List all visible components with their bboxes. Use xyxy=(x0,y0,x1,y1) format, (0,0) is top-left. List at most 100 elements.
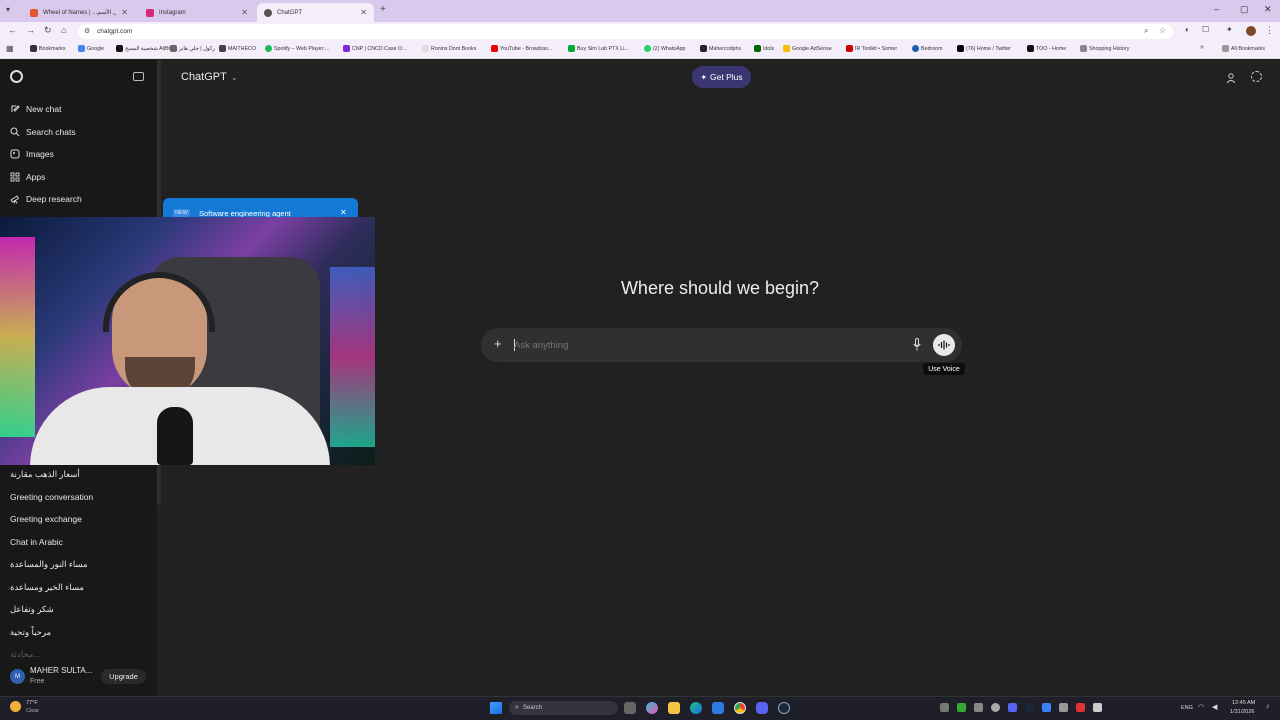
bookmark-item[interactable]: Google xyxy=(78,45,104,52)
bookmark-item[interactable]: شخصية المسح AliBb xyxy=(116,45,172,52)
edge-icon[interactable] xyxy=(690,702,702,714)
bookmark-item[interactable]: IR Toolkit • Somer xyxy=(846,45,897,52)
close-tab-icon[interactable]: ✕ xyxy=(121,8,128,17)
steam-icon[interactable] xyxy=(778,702,790,714)
sidebar-item-images[interactable]: Images xyxy=(10,149,54,159)
back-icon[interactable]: ← xyxy=(8,25,17,35)
forward-icon[interactable]: → xyxy=(26,25,35,35)
chat-history-item[interactable]: محادثة... xyxy=(10,649,40,657)
chrome-icon[interactable] xyxy=(734,702,746,714)
reload-icon[interactable]: ↻ xyxy=(44,25,52,36)
get-plus-button[interactable]: ✦ Get Plus xyxy=(692,66,751,88)
bookmark-item[interactable]: Bookmarks xyxy=(30,45,66,52)
site-info-icon[interactable]: ⚙ xyxy=(84,27,90,35)
notification-bell-icon[interactable]: ♪ xyxy=(1266,703,1270,710)
chat-history-item[interactable]: Chat in Arabic xyxy=(10,537,63,547)
all-bookmarks[interactable]: All Bookmarks xyxy=(1222,45,1265,52)
close-window-icon[interactable]: ✕ xyxy=(1264,4,1272,15)
tray-icon[interactable] xyxy=(957,703,966,712)
sidebar-item-new-chat[interactable]: New chat xyxy=(10,104,61,114)
model-selector[interactable]: ChatGPT ⌄ xyxy=(181,71,238,83)
close-promo-icon[interactable]: ✕ xyxy=(340,208,347,217)
chat-history-item[interactable]: Greeting conversation xyxy=(10,492,93,502)
tray-icon[interactable] xyxy=(1059,703,1068,712)
discord-icon[interactable] xyxy=(756,702,768,714)
sidebar-item-deep-research[interactable]: Deep research xyxy=(10,194,82,204)
voice-mode-button[interactable] xyxy=(933,334,955,356)
bookmarks-overflow-icon[interactable]: » xyxy=(1200,44,1204,51)
tab-instagram[interactable]: Instagram ✕ xyxy=(139,3,255,22)
volume-icon[interactable]: ◀ xyxy=(1212,703,1217,711)
bookmark-item[interactable]: Spotify – Web Player:... xyxy=(265,45,329,52)
tab-wheel-of-names[interactable]: Wheel of Names | ...نسل الأسم ✕ xyxy=(23,3,135,22)
clock-date[interactable]: 1/31/2026 xyxy=(1230,709,1254,715)
bookmark-item[interactable]: Google AdSense xyxy=(783,45,832,52)
task-view-icon[interactable] xyxy=(624,702,636,714)
home-icon[interactable]: ⌂ xyxy=(61,25,66,35)
tray-icon[interactable] xyxy=(974,703,983,712)
windows-start-icon[interactable] xyxy=(490,702,502,714)
chat-history-item[interactable]: Greeting exchange xyxy=(10,514,82,524)
bookmark-item[interactable]: (76) Home / Twitter xyxy=(957,45,1011,52)
tray-icon[interactable] xyxy=(1008,703,1017,712)
prompt-input[interactable] xyxy=(514,336,894,354)
bookmark-item[interactable]: Buy Sim Lab PTX Li... xyxy=(568,45,629,52)
star-bookmark-icon[interactable]: ☆ xyxy=(1159,26,1166,35)
tab-search-icon[interactable]: ▾ xyxy=(6,5,10,14)
user-avatar[interactable]: M xyxy=(10,669,25,684)
file-explorer-icon[interactable] xyxy=(668,702,680,714)
weather-icon[interactable] xyxy=(10,701,21,712)
new-tab-icon[interactable]: + xyxy=(380,4,386,15)
tab-search-icon[interactable]: ☐ xyxy=(1202,25,1209,34)
temporary-chat-icon[interactable] xyxy=(1251,71,1262,82)
microphone-icon[interactable] xyxy=(913,338,921,351)
close-tab-icon[interactable]: ✕ xyxy=(360,8,367,17)
chat-history-item[interactable]: مساء الخير ومساعدة xyxy=(10,582,84,593)
tab-chatgpt[interactable]: ChatGPT ✕ xyxy=(257,3,374,22)
close-tab-icon[interactable]: ✕ xyxy=(241,8,248,17)
input-language[interactable]: ENG xyxy=(1181,705,1193,711)
extensions-puzzle-icon[interactable]: ✦ xyxy=(1226,25,1233,34)
system-tray-icons[interactable] xyxy=(940,703,1170,713)
browser-menu-icon[interactable]: ⋮ xyxy=(1265,25,1274,36)
user-name[interactable]: MAHER SULTA... xyxy=(30,666,92,675)
store-icon[interactable] xyxy=(712,702,724,714)
sidebar-toggle-icon[interactable] xyxy=(133,72,144,81)
tray-icon[interactable] xyxy=(1093,703,1102,712)
upgrade-button[interactable]: Upgrade xyxy=(101,669,146,684)
copilot-icon[interactable] xyxy=(646,702,658,714)
tray-icon[interactable] xyxy=(1025,703,1034,712)
bookmark-item[interactable]: YouTube - Broadcas... xyxy=(491,45,552,52)
bookmark-item[interactable]: ركول | جلي هانز xyxy=(170,45,215,52)
clock-time[interactable]: 12:45 AM xyxy=(1232,700,1255,706)
bookmark-item[interactable]: Shopping History xyxy=(1080,45,1129,52)
tray-icon[interactable] xyxy=(1042,703,1051,712)
address-bar[interactable]: ⚙ chatgpt.com ⌕ ☆ xyxy=(78,24,1173,39)
wifi-icon[interactable]: ◠ xyxy=(1198,703,1204,711)
bookmark-item[interactable]: Bedroom xyxy=(912,45,943,52)
bookmark-item[interactable]: MAITHECO xyxy=(219,45,256,52)
sidebar-item-apps[interactable]: Apps xyxy=(10,172,45,182)
bookmark-item[interactable]: TOO - Home xyxy=(1027,45,1066,52)
chat-history-item[interactable]: شكر وتفاعل xyxy=(10,604,54,615)
minimize-icon[interactable]: – xyxy=(1214,4,1219,14)
zoom-icon[interactable]: ⌕ xyxy=(1144,26,1148,36)
apps-grid-icon[interactable]: ▦ xyxy=(6,44,14,53)
profile-avatar[interactable] xyxy=(1246,26,1256,36)
bookmark-item[interactable]: Ronins Dont Books xyxy=(422,45,476,52)
chat-history-item[interactable]: أسعار الذهب مقارنة xyxy=(10,469,80,480)
bookmark-item[interactable]: CNP | CNCD Case O... xyxy=(343,45,407,52)
tray-icon[interactable] xyxy=(991,703,1000,712)
add-person-icon[interactable] xyxy=(1226,71,1236,84)
maximize-icon[interactable]: ▢ xyxy=(1240,4,1249,15)
attach-plus-icon[interactable]: + xyxy=(494,337,502,351)
taskbar-search-box[interactable]: ⌕ Search xyxy=(509,701,618,715)
bookmark-item[interactable]: Mahercodphs xyxy=(700,45,741,52)
bookmark-item[interactable]: Idols xyxy=(754,45,774,52)
extension-icon[interactable]: ◐ xyxy=(1185,25,1190,34)
chat-history-item[interactable]: مرحباً وتحية xyxy=(10,627,51,638)
weather-temp[interactable]: 77°F xyxy=(26,700,38,706)
sidebar-item-search-chats[interactable]: Search chats xyxy=(10,127,76,137)
openai-logo-icon[interactable] xyxy=(10,70,23,83)
tray-icon[interactable] xyxy=(940,703,949,712)
